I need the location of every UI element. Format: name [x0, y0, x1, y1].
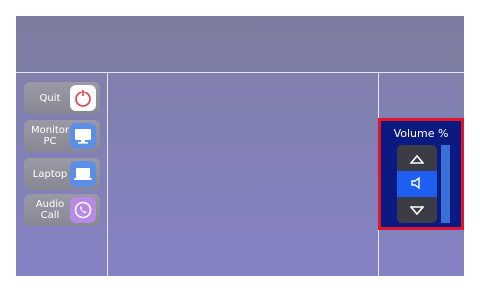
- volume-up-button[interactable]: [397, 145, 437, 171]
- volume-level-fill: [441, 145, 450, 223]
- volume-down-button[interactable]: [397, 197, 437, 223]
- volume-buttons: [397, 145, 437, 223]
- divider-left: [107, 73, 108, 276]
- monitor-icon: [70, 123, 96, 149]
- triangle-up-icon: [409, 149, 425, 168]
- volume-control: Volume %: [378, 118, 464, 230]
- power-icon: [70, 85, 96, 111]
- audio-call-button[interactable]: Audio Call: [24, 194, 100, 226]
- speaker-icon: [410, 175, 424, 194]
- phone-icon: [70, 197, 96, 223]
- monitor-pc-button[interactable]: Monitor PC: [24, 120, 100, 152]
- laptop-button[interactable]: Laptop: [24, 158, 100, 190]
- audio-call-label: Audio Call: [35, 199, 65, 221]
- laptop-label: Laptop: [32, 168, 68, 180]
- divider-horizontal: [16, 72, 464, 73]
- quit-button[interactable]: Quit: [24, 82, 100, 114]
- volume-title: Volume %: [393, 127, 449, 140]
- laptop-icon: [70, 161, 96, 187]
- mute-button[interactable]: [397, 171, 437, 197]
- top-bar: [16, 16, 464, 72]
- monitor-pc-label: Monitor PC: [30, 125, 69, 147]
- triangle-down-icon: [409, 201, 425, 220]
- volume-level-bar: [441, 145, 450, 223]
- quit-label: Quit: [39, 92, 61, 104]
